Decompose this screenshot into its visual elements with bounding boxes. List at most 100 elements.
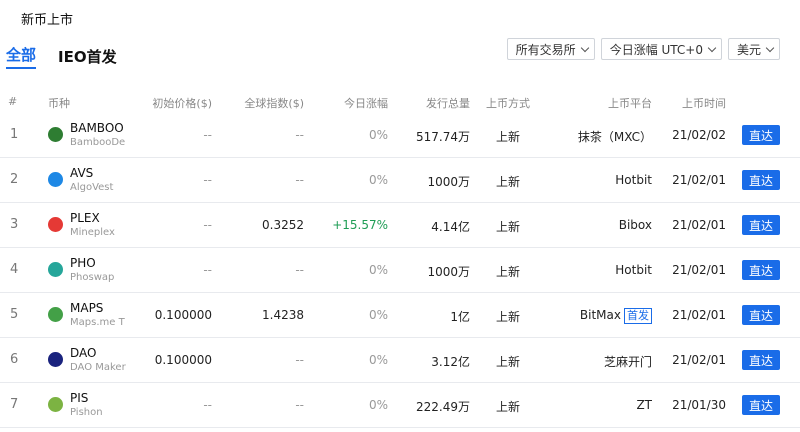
coin-logo-icon <box>48 307 63 322</box>
header-total-supply[interactable]: 发行总量 <box>426 95 470 111</box>
today-change: 0% <box>368 263 388 277</box>
coin-logo-icon <box>48 262 63 277</box>
coin-symbol[interactable]: PIS <box>70 391 88 405</box>
table-row[interactable]: 4 PHO Phoswap -- -- 0% 1000万 上新 Hotbit 21/02/01 直达 <box>0 248 800 293</box>
listing-method: 上新 <box>496 355 521 369</box>
header-listing-time[interactable]: 上币时间 <box>682 95 726 111</box>
initial-price: 0.100000 <box>154 353 212 367</box>
today-change: 0% <box>368 353 388 367</box>
coin-logo-icon <box>48 127 63 142</box>
coin-symbol[interactable]: AVS <box>70 166 93 180</box>
coin-symbol[interactable]: BAMBOO <box>70 121 124 135</box>
global-index: -- <box>295 398 304 412</box>
coin-logo-icon <box>48 397 63 412</box>
coin-logo-icon <box>48 172 63 187</box>
chevron-down-icon <box>765 43 775 52</box>
row-index: 1 <box>10 127 19 142</box>
listing-date: 21/02/01 <box>672 218 726 232</box>
initial-price: -- <box>203 128 212 142</box>
total-supply: 1亿 <box>450 310 470 324</box>
go-button[interactable]: 直达 <box>742 395 780 415</box>
total-supply: 517.74万 <box>416 130 470 144</box>
page-title: 新币上市 <box>21 13 74 28</box>
go-button[interactable]: 直达 <box>742 215 780 235</box>
header-coin: 币种 <box>48 97 70 110</box>
currency-label: 美元 <box>736 42 761 57</box>
coin-symbol[interactable]: DAO <box>70 346 96 360</box>
tab-bar: 全部 IEO首发 <box>6 44 117 69</box>
listing-platform: 芝麻开门 <box>604 353 652 370</box>
initial-price: -- <box>203 263 212 277</box>
coin-symbol[interactable]: MAPS <box>70 301 103 315</box>
go-button[interactable]: 直达 <box>742 305 780 325</box>
go-button[interactable]: 直达 <box>742 260 780 280</box>
listing-platform: Hotbit <box>615 263 652 277</box>
total-supply: 222.49万 <box>416 400 470 414</box>
coin-logo-icon <box>48 217 63 232</box>
coin-name: BambooDe <box>70 137 126 148</box>
change-period-label: 今日涨幅 UTC+0 <box>609 42 703 57</box>
listing-platform: 抹茶（MXC） <box>578 128 652 145</box>
chevron-down-icon <box>707 43 717 52</box>
go-button[interactable]: 直达 <box>742 125 780 145</box>
header-today-change[interactable]: 今日涨幅 <box>344 95 388 111</box>
tab-ieo[interactable]: IEO首发 <box>58 46 117 69</box>
table-row[interactable]: 1 BAMBOO BambooDe -- -- 0% 517.74万 上新 抹茶（MXC） 21/… <box>0 113 800 158</box>
coin-logo-icon <box>48 352 63 367</box>
change-period-dropdown[interactable]: 今日涨幅 UTC+0 <box>600 38 722 60</box>
coin-name: Pishon <box>70 407 103 418</box>
global-index: -- <box>295 173 304 187</box>
listing-platform: ZT <box>636 398 652 412</box>
listing-date: 21/02/01 <box>672 308 726 322</box>
table-row[interactable]: 3 PLEX Mineplex -- 0.3252 +15.57% 4.14亿 上新 Bibox… <box>0 203 800 248</box>
table-row[interactable]: 6 DAO DAO Maker 0.100000 -- 0% 3.12亿 上新 芝麻开门 21/0… <box>0 338 800 383</box>
table-row[interactable]: 5 MAPS Maps.me T 0.100000 1.4238 0% 1亿 上新 BitMax… <box>0 293 800 338</box>
listing-date: 21/02/01 <box>672 263 726 277</box>
header-global-index[interactable]: 全球指数($) <box>244 95 304 111</box>
filter-bar: 所有交易所 今日涨幅 UTC+0 美元 <box>506 38 780 60</box>
listing-date: 21/02/01 <box>672 353 726 367</box>
coin-name: Mineplex <box>70 227 115 238</box>
platform-name[interactable]: 芝麻开门 <box>604 355 652 369</box>
coin-name: DAO Maker <box>70 362 126 373</box>
global-index: -- <box>295 263 304 277</box>
coin-name: Phoswap <box>70 272 115 283</box>
initial-price: -- <box>203 173 212 187</box>
table-row[interactable]: 2 AVS AlgoVest -- -- 0% 1000万 上新 Hotbit 21/02/01 直… <box>0 158 800 203</box>
platform-name[interactable]: Hotbit <box>615 173 652 187</box>
total-supply: 1000万 <box>427 265 470 279</box>
platform-name[interactable]: 抹茶（MXC） <box>578 130 652 144</box>
listing-date: 21/02/02 <box>672 128 726 142</box>
table-row[interactable]: 7 PIS Pishon -- -- 0% 222.49万 上新 ZT 21/01/30 直达 <box>0 383 800 428</box>
coin-symbol[interactable]: PLEX <box>70 211 100 225</box>
go-button[interactable]: 直达 <box>742 170 780 190</box>
listing-platform: Hotbit <box>615 173 652 187</box>
platform-name[interactable]: Bibox <box>619 218 652 232</box>
initial-price: 0.100000 <box>154 308 212 322</box>
exchange-dropdown[interactable]: 所有交易所 <box>506 38 595 60</box>
listing-method: 上新 <box>496 130 521 144</box>
row-index: 2 <box>10 172 19 187</box>
listing-platform: BitMax 首发 <box>580 308 652 324</box>
header-initial-price[interactable]: 初始价格($) <box>152 95 212 111</box>
today-change: 0% <box>368 128 388 142</box>
total-supply: 1000万 <box>427 175 470 189</box>
total-supply: 3.12亿 <box>431 355 470 369</box>
platform-name[interactable]: Hotbit <box>615 263 652 277</box>
go-button[interactable]: 直达 <box>742 350 780 370</box>
tab-all[interactable]: 全部 <box>6 44 37 69</box>
listing-date: 21/01/30 <box>672 398 726 412</box>
listing-date: 21/02/01 <box>672 173 726 187</box>
row-index: 5 <box>10 307 19 322</box>
total-supply: 4.14亿 <box>431 220 470 234</box>
platform-name[interactable]: BitMax <box>580 308 621 322</box>
currency-dropdown[interactable]: 美元 <box>727 38 780 60</box>
platform-name[interactable]: ZT <box>636 398 652 412</box>
today-change: 0% <box>368 398 388 412</box>
today-change: 0% <box>368 308 388 322</box>
listing-method: 上新 <box>496 310 521 324</box>
coin-symbol[interactable]: PHO <box>70 256 96 270</box>
chevron-down-icon <box>580 43 589 52</box>
first-launch-badge: 首发 <box>624 308 652 324</box>
listing-platform: Bibox <box>619 218 652 232</box>
